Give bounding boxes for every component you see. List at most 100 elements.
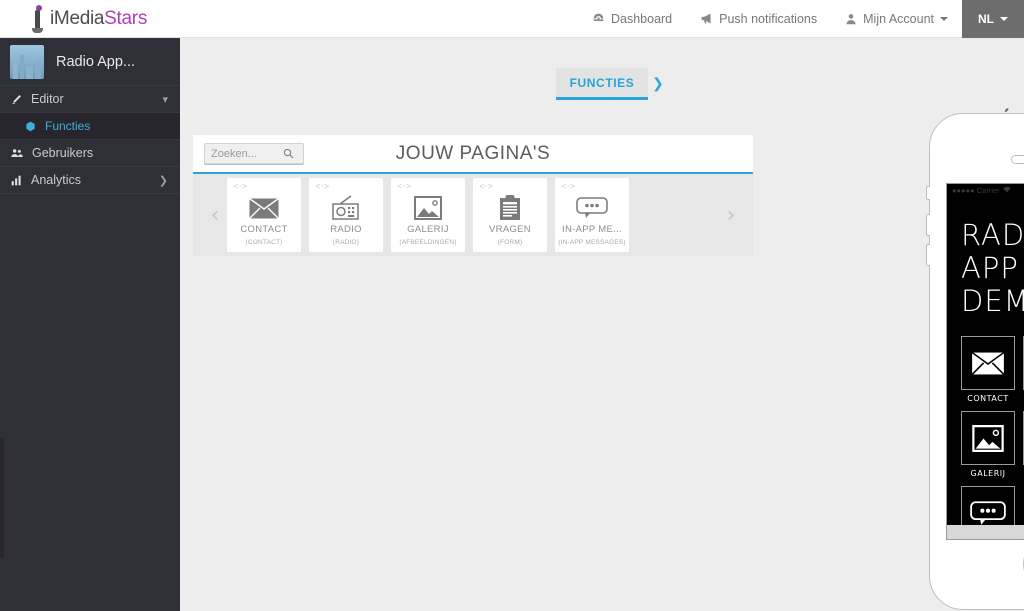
preview-menu-grid: CONTACT RADIO [947, 318, 1024, 553]
language-label: NL [978, 11, 994, 26]
preview-tile-contact[interactable]: CONTACT [961, 336, 1015, 403]
page-card-contact[interactable]: <·> CONTACT (CONTACT) [227, 178, 301, 252]
sidebar-item-analytics[interactable]: Analytics ❯ [0, 167, 180, 194]
nav-my-account-label: Mijn Account [863, 11, 934, 26]
volume-down-button[interactable] [926, 244, 930, 266]
preview-tile-label: IN-APP [973, 544, 1003, 553]
tab-strip: FUNCTIES ❯ [180, 68, 1024, 100]
chevron-down-icon [940, 16, 948, 21]
cube-icon [25, 121, 36, 132]
page-card-vragen[interactable]: <·> VRAGEN (FORM) [473, 178, 547, 252]
page-card-subtitle: (CONTACT) [245, 239, 283, 246]
page-card-subtitle: (IN-APP MESSAGES) [558, 239, 626, 246]
nav-my-account[interactable]: Mijn Account [831, 0, 962, 38]
sidebar-item-functies[interactable]: Functies [0, 113, 180, 140]
code-icon[interactable]: <·> [479, 182, 493, 192]
bullhorn-icon [700, 12, 713, 25]
image-icon [961, 411, 1015, 465]
page-card-in-app-messages[interactable]: <·> IN-APP ME... (IN-APP MESSAGES) [555, 178, 629, 252]
carousel-next-button[interactable]: › [719, 203, 743, 228]
logo-text-part1: iMedia [50, 7, 105, 29]
earpiece-speaker-icon [1011, 155, 1024, 164]
preview-tile-label: GALERIJ [970, 469, 1006, 478]
top-bar: iMediaStars Dashboard Push notifications [0, 0, 1024, 38]
sidebar-app-header[interactable]: Radio App... [0, 38, 180, 86]
chevron-right-icon: ❯ [652, 75, 665, 91]
nav-dashboard[interactable]: Dashboard [578, 0, 686, 38]
tab-functies-label: FUNCTIES [569, 76, 635, 90]
card-list: <·> CONTACT (CONTACT) <·> RADIO (RADIO) … [227, 178, 719, 252]
page-card-subtitle: (AFBEELDINGEN) [399, 239, 457, 246]
search-input[interactable] [211, 147, 283, 160]
pages-panel: JOUW PAGINA'S ‹ <·> CONTACT (CONTACT) <·… [193, 135, 753, 256]
top-nav: Dashboard Push notifications Mijn Accoun… [578, 0, 1024, 38]
radio-icon [309, 195, 383, 221]
image-icon [391, 195, 465, 221]
app-thumbnail [10, 44, 44, 79]
page-card-subtitle: (RADIO) [332, 239, 360, 246]
preview-tile-in-app[interactable]: IN-APP [961, 486, 1015, 553]
chevron-down-icon: ▾ [162, 93, 168, 106]
chevron-down-icon [1000, 16, 1008, 21]
page-card-title: GALERIJ [407, 224, 449, 235]
page-card-title: CONTACT [240, 224, 288, 235]
dashboard-icon [592, 12, 605, 25]
preview-tile-label: CONTACT [967, 394, 1009, 403]
phone-status-bar: ●●●●● Carrier 100% [947, 184, 1024, 197]
search-box[interactable] [204, 143, 304, 164]
logo-text: iMediaStars [50, 8, 147, 30]
nav-dashboard-label: Dashboard [610, 11, 673, 26]
wifi-icon [1002, 186, 1011, 195]
page-card-title: IN-APP ME... [562, 224, 622, 235]
page-card-title: VRAGEN [489, 224, 531, 235]
carrier-label: ●●●●● Carrier [952, 186, 1000, 195]
phone-preview: ●●●●● Carrier 100% RADIO APP DEMO [926, 113, 1024, 610]
preview-app-title: RADIO APP DEMO [947, 197, 1024, 318]
code-icon[interactable]: <·> [397, 182, 411, 192]
bar-chart-icon [11, 175, 22, 186]
carousel-prev-button[interactable]: ‹ [203, 203, 227, 228]
main-content: FUNCTIES ❯ JOUW PAGINA'S ‹ [180, 38, 1024, 611]
app-title-line-1: RADIO [961, 218, 1024, 252]
language-selector[interactable]: NL [962, 0, 1024, 38]
phone-screen: ●●●●● Carrier 100% RADIO APP DEMO [946, 183, 1024, 553]
envelope-icon [961, 336, 1015, 390]
sidebar-item-gebruikers[interactable]: Gebruikers [0, 140, 180, 167]
tab-functies[interactable]: FUNCTIES ❯ [555, 68, 664, 100]
mute-switch[interactable] [926, 186, 930, 200]
preview-tile-galerij[interactable]: GALERIJ [961, 411, 1015, 478]
sidebar-item-gebruikers-label: Gebruikers [32, 146, 94, 160]
app-name: Radio App... [56, 53, 135, 70]
sidebar-item-editor[interactable]: Editor ▾ [0, 86, 180, 113]
page-card-galerij[interactable]: <·> GALERIJ (AFBEELDINGEN) [391, 178, 465, 252]
clipboard-icon [473, 195, 547, 221]
logo[interactable]: iMediaStars [0, 0, 180, 38]
panel-header: JOUW PAGINA'S [193, 135, 753, 174]
sidebar: Radio App... Editor ▾ Functies Gebruiker… [0, 38, 180, 611]
sidebar-item-analytics-label: Analytics [31, 173, 82, 187]
envelope-icon [227, 195, 301, 221]
app-title-line-2: APP [961, 251, 1019, 285]
code-icon[interactable]: <·> [561, 182, 575, 192]
nav-push-label: Push notifications [719, 11, 818, 26]
logo-text-part2: Stars [104, 7, 148, 29]
page-indicator[interactable] [947, 525, 1024, 539]
page-card-subtitle: (FORM) [497, 239, 523, 246]
chat-icon [555, 195, 629, 221]
sidebar-item-editor-label: Editor [31, 92, 64, 106]
sidebar-scrollbar[interactable] [0, 438, 4, 558]
volume-up-button[interactable] [926, 214, 930, 236]
page-card-title: RADIO [330, 224, 362, 235]
code-icon[interactable]: <·> [315, 182, 329, 192]
sidebar-item-functies-label: Functies [45, 119, 91, 133]
pencil-icon [11, 94, 22, 105]
app-root: iMediaStars Dashboard Push notifications [0, 0, 1024, 611]
code-icon[interactable]: <·> [233, 182, 247, 192]
page-card-radio[interactable]: <·> RADIO (RADIO) [309, 178, 383, 252]
user-icon [845, 13, 857, 25]
pages-carousel: ‹ <·> CONTACT (CONTACT) <·> RADIO (RADIO… [193, 174, 753, 256]
nav-push-notifications[interactable]: Push notifications [686, 0, 831, 38]
logo-mark-icon [30, 4, 46, 33]
app-title-line-3: DEMO [961, 284, 1024, 318]
search-icon[interactable] [283, 148, 294, 159]
